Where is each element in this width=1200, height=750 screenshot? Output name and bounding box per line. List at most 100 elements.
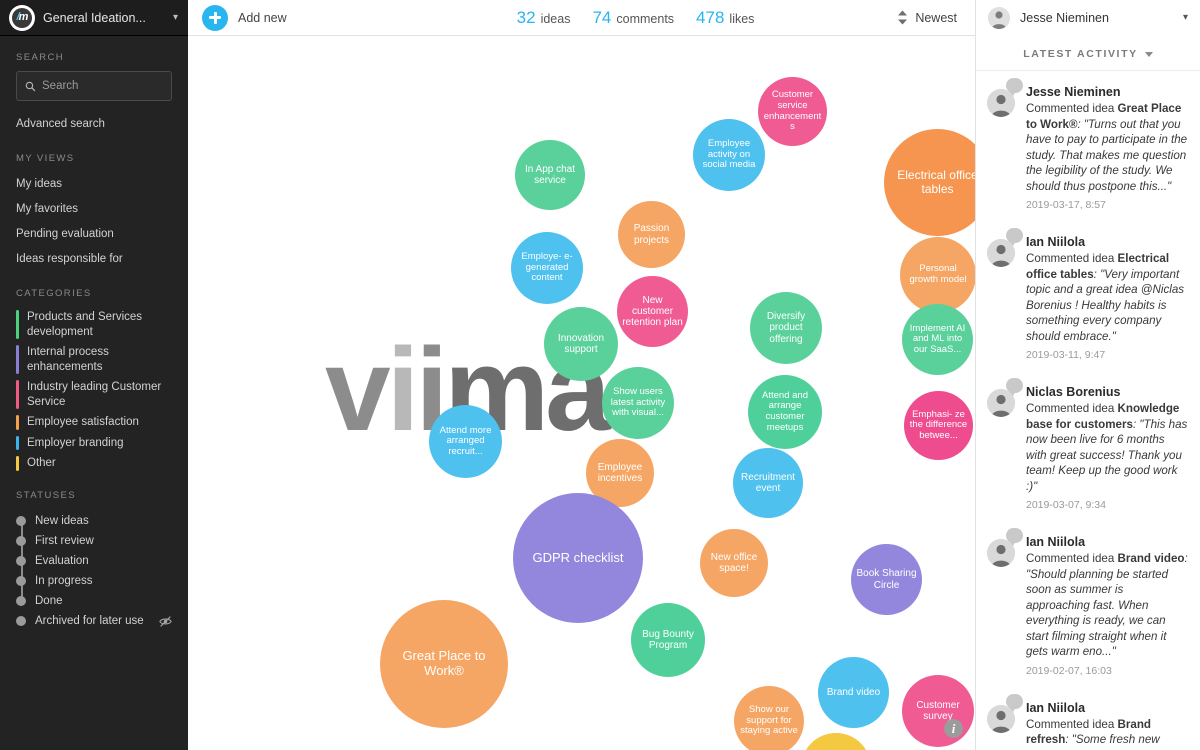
- idea-bubble[interactable]: Expand to nearby markets: [801, 733, 871, 750]
- idea-bubble[interactable]: Emphasi- ze the difference betwee...: [904, 391, 973, 460]
- ideas-count: 32: [516, 7, 536, 27]
- activity-user-name: Jesse Nieminen: [1026, 85, 1121, 99]
- idea-bubble[interactable]: Brand video: [818, 657, 889, 728]
- activity-user-name: Ian Niilola: [1026, 535, 1086, 549]
- activity-item[interactable]: Ian Niilola Commented idea Brand video: "…: [976, 521, 1200, 687]
- sort-control[interactable]: Newest: [897, 10, 957, 25]
- idea-bubble-label: GDPR checklist: [532, 549, 624, 565]
- my-views-section: MY VIEWS My ideas My favorites Pending e…: [0, 153, 188, 272]
- idea-bubble[interactable]: GDPR checklist: [513, 493, 643, 623]
- idea-bubble[interactable]: Personal growth model: [900, 237, 975, 313]
- activity-item[interactable]: Ian Niilola Commented idea Brand refresh:…: [976, 687, 1200, 750]
- sidebar-status-item[interactable]: First review: [16, 531, 172, 551]
- sidebar-status-item[interactable]: In progress: [16, 571, 172, 591]
- chevron-down-icon[interactable]: ▾: [173, 12, 178, 23]
- activity-quote: : "Should planning be started soon as su…: [1026, 552, 1188, 658]
- latest-activity-title: LATEST ACTIVITY: [1023, 48, 1138, 60]
- sidebar-status-item[interactable]: New ideas: [16, 511, 172, 531]
- search-box[interactable]: [16, 71, 172, 101]
- idea-bubble-label: Book Sharing Circle: [856, 568, 917, 591]
- sidebar-item-my-ideas[interactable]: My ideas: [16, 172, 172, 197]
- add-new-button[interactable]: Add new: [188, 4, 287, 31]
- search-input[interactable]: [42, 80, 163, 92]
- category-list: Products and Services development Interna…: [16, 307, 172, 474]
- status-dot-icon: [16, 616, 26, 626]
- sidebar-category-item[interactable]: Other: [16, 453, 172, 474]
- categories-section: CATEGORIES Products and Services develop…: [0, 288, 188, 474]
- caret-down-icon[interactable]: [1144, 51, 1153, 57]
- category-label: Industry leading Customer Service: [27, 381, 162, 408]
- activity-user-name: Ian Niilola: [1026, 700, 1086, 715]
- idea-bubble[interactable]: Diversify product offering: [750, 292, 822, 364]
- avatar: [988, 6, 1010, 29]
- activity-idea-title[interactable]: Brand video: [1118, 552, 1185, 565]
- user-menu[interactable]: Jesse Nieminen ▾: [975, 0, 1200, 36]
- activity-body: Jesse Nieminen Commented idea Great Place…: [1026, 84, 1188, 211]
- idea-bubble[interactable]: In App chat service: [515, 140, 585, 210]
- sidebar-status-item[interactable]: Done: [16, 591, 172, 611]
- idea-bubble[interactable]: Innovation support: [544, 307, 618, 381]
- avatar: [987, 704, 1015, 733]
- idea-bubble[interactable]: Employee activity on social media: [693, 119, 765, 191]
- activity-text: Commented idea Knowledge base for custom…: [1026, 401, 1188, 494]
- sidebar-category-item[interactable]: Employee satisfaction: [16, 412, 172, 433]
- sidebar-status-item[interactable]: Evaluation: [16, 551, 172, 571]
- idea-bubble-label: Electrical office tables: [897, 168, 975, 196]
- idea-bubble-canvas[interactable]: viiviimama Customer service enhancements…: [188, 36, 975, 750]
- idea-bubble-label: Diversify product offering: [766, 311, 806, 345]
- sidebar-category-item[interactable]: Internal process enhancements: [16, 342, 172, 377]
- activity-item[interactable]: Jesse Nieminen Commented idea Great Place…: [976, 71, 1200, 221]
- activity-item[interactable]: Ian Niilola Commented idea Electrical off…: [976, 221, 1200, 371]
- category-label: Products and Services development: [27, 311, 143, 338]
- idea-bubble[interactable]: Recruitment event: [733, 448, 803, 518]
- idea-bubble-label: New office space!: [710, 551, 758, 574]
- chevron-down-icon[interactable]: ▾: [1183, 12, 1188, 23]
- idea-bubble[interactable]: New customer retention plan: [617, 276, 688, 347]
- sidebar-category-item[interactable]: Employer branding: [16, 433, 172, 454]
- activity-item[interactable]: Niclas Borenius Commented idea Knowledge …: [976, 371, 1200, 521]
- category-color-bar: [16, 415, 19, 430]
- idea-bubble[interactable]: Book Sharing Circle: [851, 544, 922, 615]
- activity-body: Niclas Borenius Commented idea Knowledge …: [1026, 384, 1188, 511]
- activity-avatar-wrap: [987, 228, 1023, 361]
- idea-bubble[interactable]: Employe- e- generated content: [511, 232, 583, 304]
- viima-logo-icon: / m: [9, 4, 35, 31]
- collapse-panel-handle[interactable]: [975, 354, 976, 374]
- activity-user-name: Niclas Borenius: [1026, 385, 1121, 399]
- category-color-bar: [16, 310, 19, 339]
- sidebar-status-item[interactable]: Archived for later use: [16, 611, 172, 632]
- latest-activity-header[interactable]: LATEST ACTIVITY: [976, 36, 1200, 71]
- sidebar-item-ideas-responsible-for[interactable]: Ideas responsible for: [16, 247, 172, 272]
- idea-bubble[interactable]: Electrical office tables: [884, 129, 975, 236]
- eye-off-icon[interactable]: [159, 615, 172, 628]
- plus-icon: [202, 4, 228, 31]
- advanced-search-link[interactable]: Advanced search: [16, 112, 172, 137]
- top-toolbar: Add new 32 ideas 74 comments 478 likes N…: [188, 0, 1200, 36]
- idea-bubble[interactable]: Great Place to Work®: [380, 600, 508, 728]
- sidebar-item-pending-evaluation[interactable]: Pending evaluation: [16, 222, 172, 247]
- idea-bubble[interactable]: Passion projects: [618, 201, 685, 268]
- idea-bubble[interactable]: Attend more arranged recruit...: [429, 405, 502, 478]
- sort-arrows-icon: [898, 10, 908, 25]
- logo-letter: m: [18, 11, 29, 23]
- idea-bubble[interactable]: Attend and arrange customer meetups: [748, 375, 822, 449]
- activity-action: Commented idea: [1026, 402, 1118, 415]
- sidebar-category-item[interactable]: Industry leading Customer Service: [16, 377, 172, 412]
- idea-bubble[interactable]: Show our support for staying active: [734, 686, 804, 750]
- workspace-selector[interactable]: / m General Ideation... ▾: [0, 0, 188, 36]
- status-dot-icon: [16, 555, 26, 566]
- info-icon[interactable]: i: [944, 719, 963, 738]
- sidebar-item-my-favorites[interactable]: My favorites: [16, 197, 172, 222]
- category-label: Employer branding: [27, 436, 124, 449]
- sidebar-category-item[interactable]: Products and Services development: [16, 307, 172, 342]
- likes-label: likes: [729, 11, 755, 26]
- idea-bubble[interactable]: New office space!: [700, 529, 768, 597]
- idea-bubble[interactable]: Implement AI and ML into our SaaS...: [902, 304, 973, 375]
- status-label: New ideas: [35, 514, 89, 527]
- user-name: Jesse Nieminen: [1020, 10, 1109, 25]
- idea-bubble[interactable]: Show users latest activity with visual..…: [602, 367, 674, 439]
- idea-bubble[interactable]: Customer service enhancements: [758, 77, 827, 146]
- sidebar: /m General Ideation... ▾ SEARCH Advanced…: [0, 0, 188, 750]
- idea-bubble[interactable]: Customer survey: [902, 675, 974, 747]
- idea-bubble[interactable]: Bug Bounty Program: [631, 603, 705, 677]
